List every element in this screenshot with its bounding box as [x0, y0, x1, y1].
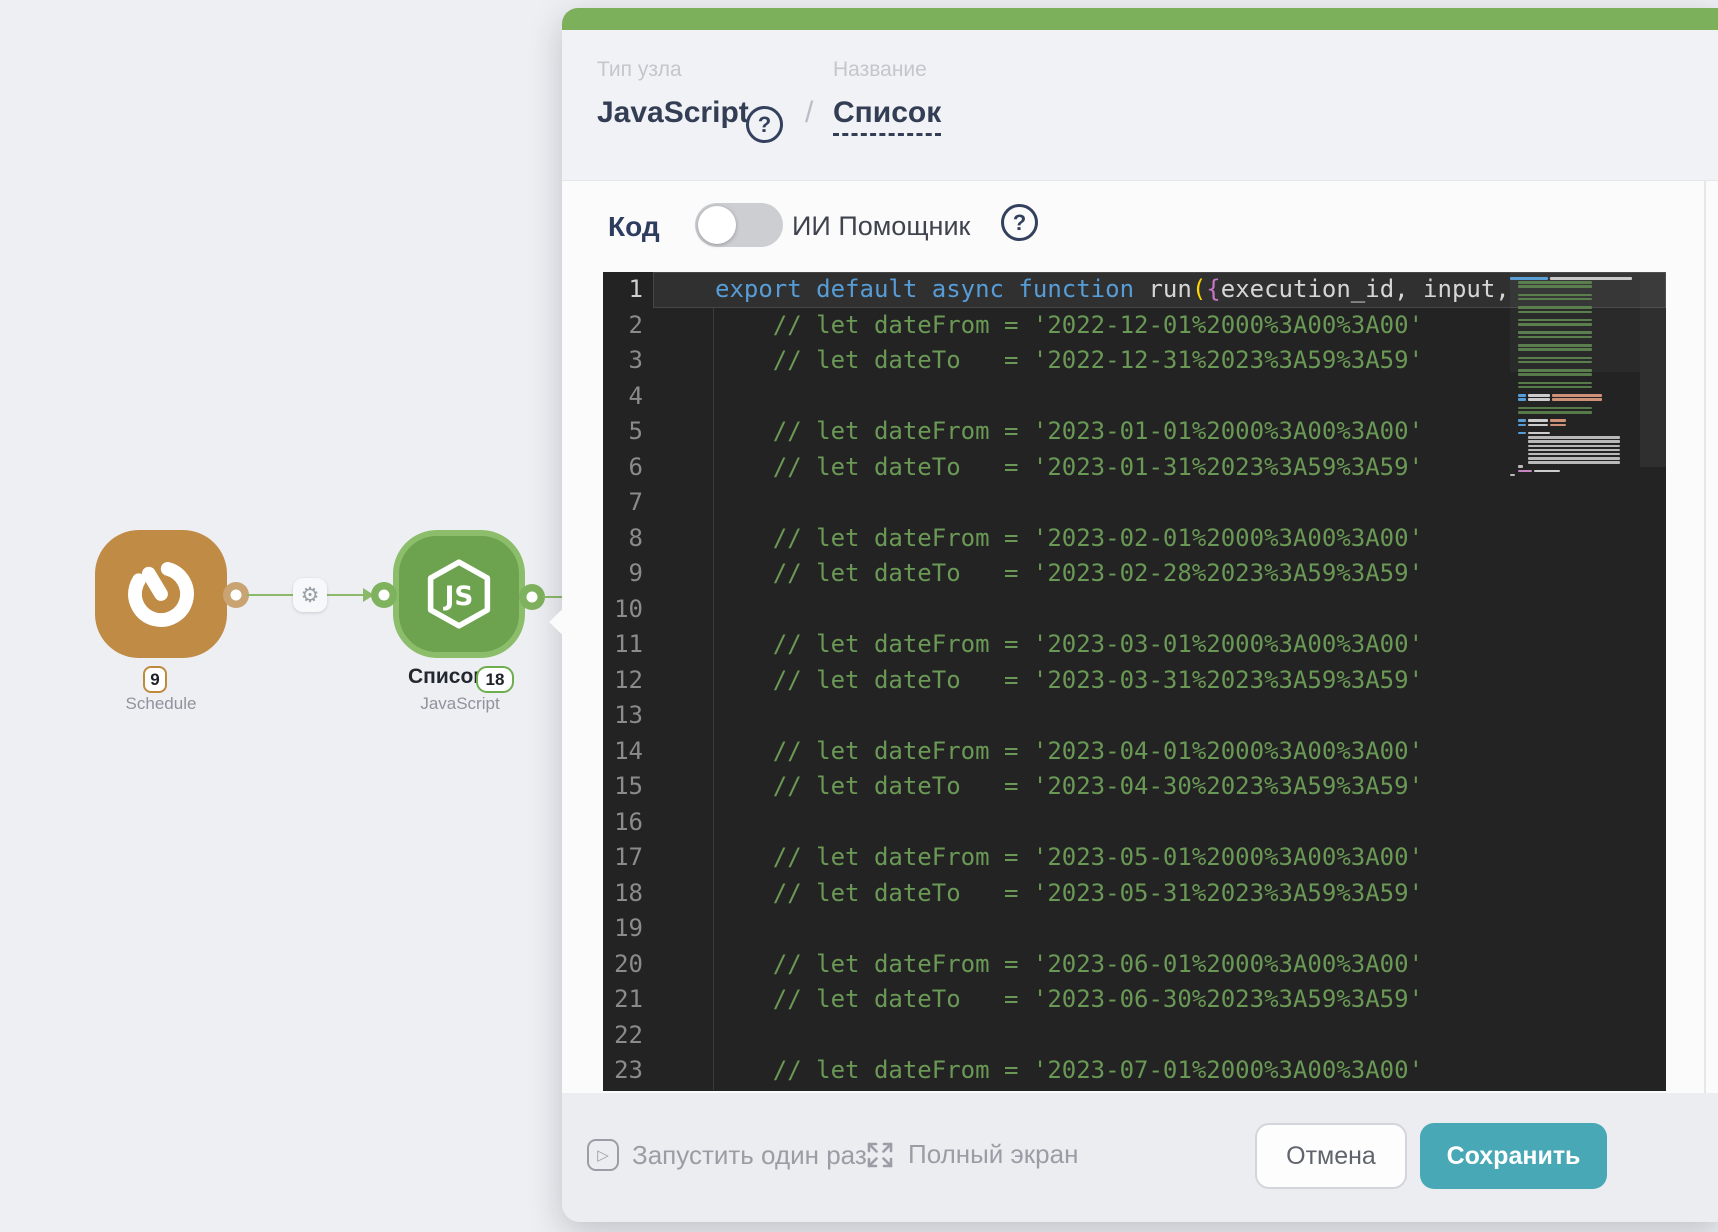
- code-rows: 1 export default async function run({exec…: [603, 272, 1666, 1089]
- code-line: 5 // let dateFrom = '2023-01-01%2000%3A0…: [603, 414, 1666, 450]
- node-type-label: Тип узла: [597, 58, 682, 81]
- line-number: 7: [628, 488, 643, 516]
- code-line: 3 // let dateTo = '2022-12-31%2023%3A59%…: [603, 343, 1666, 379]
- port-dot: [378, 589, 390, 601]
- javascript-output-port[interactable]: [519, 584, 545, 610]
- code-line: 15 // let dateTo = '2023-04-30%2023%3A59…: [603, 769, 1666, 805]
- line-number: 1: [628, 275, 643, 303]
- code-line: 2 // let dateFrom = '2022-12-01%2000%3A0…: [603, 308, 1666, 344]
- line-number: 2: [628, 310, 643, 339]
- help-icon[interactable]: ?: [746, 106, 783, 143]
- line-number: 9: [628, 559, 643, 587]
- timer-icon: [128, 561, 194, 627]
- line-number: 16: [614, 807, 643, 836]
- code-line: 6 // let dateTo = '2023-01-31%2023%3A59%…: [603, 450, 1666, 486]
- panel-divider: [1704, 181, 1706, 1093]
- line-number: 21: [614, 985, 643, 1013]
- svg-text:JS: JS: [443, 582, 474, 612]
- code-line: 19: [603, 911, 1666, 947]
- connection-settings-gear-icon[interactable]: ⚙: [293, 578, 327, 612]
- schedule-count-badge: 9: [143, 666, 167, 693]
- line-number: 10: [614, 594, 643, 623]
- code-line: 18 // let dateTo = '2023-05-31%2023%3A59…: [603, 876, 1666, 912]
- modal-pointer-beak: [549, 601, 571, 643]
- port-dot: [526, 591, 538, 603]
- javascript-node-name: Список: [408, 665, 484, 688]
- code-line: 16: [603, 805, 1666, 841]
- schedule-node-label: Schedule: [125, 694, 197, 713]
- code-line: 14 // let dateFrom = '2023-04-01%2000%3A…: [603, 734, 1666, 770]
- modal-accent-bar: [562, 8, 1718, 30]
- code-line: 20 // let dateFrom = '2023-06-01%2000%3A…: [603, 947, 1666, 983]
- line-number: 20: [614, 949, 643, 978]
- code-editor[interactable]: 1 export default async function run({exec…: [603, 272, 1666, 1091]
- save-button[interactable]: Сохранить: [1420, 1123, 1607, 1189]
- ai-help-icon[interactable]: ?: [1001, 204, 1038, 241]
- code-line: 4: [603, 379, 1666, 415]
- line-number: 4: [628, 381, 643, 410]
- line-number: 13: [614, 701, 643, 729]
- line-number: 5: [628, 417, 643, 445]
- javascript-input-port[interactable]: [371, 582, 397, 608]
- fullscreen-label: Полный экран: [908, 1139, 1079, 1169]
- node-name-input[interactable]: Список: [833, 96, 942, 136]
- line-number: 12: [614, 665, 643, 694]
- code-line: 23 // let dateFrom = '2023-07-01%2000%3A…: [603, 1053, 1666, 1089]
- line-number: 22: [614, 1020, 643, 1049]
- line-number: 17: [614, 843, 643, 871]
- nodejs-js-icon: JS: [427, 559, 491, 629]
- editor-minimap[interactable]: [1510, 272, 1666, 1087]
- code-line: 13: [603, 698, 1666, 734]
- code-line: 11 // let dateFrom = '2023-03-01%2000%3A…: [603, 627, 1666, 663]
- code-line: 22: [603, 1018, 1666, 1054]
- minimap-row: [1510, 469, 1666, 473]
- ai-assistant-label: ИИ Помощник: [792, 211, 971, 241]
- line-number: 14: [614, 736, 643, 765]
- toggle-knob: [698, 206, 736, 244]
- ai-assistant-toggle[interactable]: [695, 203, 783, 247]
- line-number: 6: [628, 452, 643, 481]
- code-line: 7: [603, 485, 1666, 521]
- line-number: 18: [614, 878, 643, 907]
- line-number: 19: [614, 914, 643, 942]
- code-section-label: Код: [608, 211, 660, 242]
- play-icon: ▷: [587, 1139, 619, 1171]
- run-once-label: Запустить один раз: [632, 1139, 867, 1170]
- editor-scrollbar[interactable]: [1640, 272, 1666, 467]
- line-number: 3: [628, 346, 643, 374]
- line-number: 15: [614, 772, 643, 800]
- code-line: 8 // let dateFrom = '2023-02-01%2000%3A0…: [603, 521, 1666, 557]
- javascript-node[interactable]: JS: [393, 530, 525, 658]
- port-dot: [230, 589, 242, 601]
- node-type-value: JavaScript: [597, 96, 749, 129]
- code-line: 10: [603, 592, 1666, 628]
- minimap-viewport: [1510, 272, 1640, 372]
- schedule-output-port[interactable]: [223, 582, 249, 608]
- node-editor-modal: Тип узла JavaScript ? / Название Список …: [562, 8, 1718, 1222]
- line-number: 8: [628, 523, 643, 552]
- code-line: 9 // let dateTo = '2023-02-28%2023%3A59%…: [603, 556, 1666, 592]
- line-number: 11: [614, 630, 643, 658]
- code-line: 21 // let dateTo = '2023-06-30%2023%3A59…: [603, 982, 1666, 1018]
- line-number: 23: [614, 1056, 643, 1084]
- code-line: 1 export default async function run({exec…: [603, 272, 1666, 308]
- modal-footer: ▷ Запустить один раз Полный экран Отмена…: [562, 1093, 1718, 1222]
- node-name-label: Название: [833, 58, 927, 81]
- separator: /: [805, 96, 814, 129]
- fullscreen-button[interactable]: Полный экран: [865, 1139, 1078, 1170]
- javascript-count-badge: 18: [476, 666, 514, 693]
- fullscreen-icon: [867, 1142, 893, 1167]
- run-once-button[interactable]: ▷ Запустить один раз: [587, 1139, 867, 1171]
- code-line: 17 // let dateFrom = '2023-05-01%2000%3A…: [603, 840, 1666, 876]
- minimap-row: [1510, 473, 1666, 477]
- modal-header: Тип узла JavaScript ? / Название Список: [562, 30, 1718, 181]
- schedule-node[interactable]: [95, 530, 227, 658]
- javascript-node-type-label: JavaScript: [420, 694, 500, 713]
- code-line: 12 // let dateTo = '2023-03-31%2023%3A59…: [603, 663, 1666, 699]
- cancel-button[interactable]: Отмена: [1255, 1123, 1407, 1189]
